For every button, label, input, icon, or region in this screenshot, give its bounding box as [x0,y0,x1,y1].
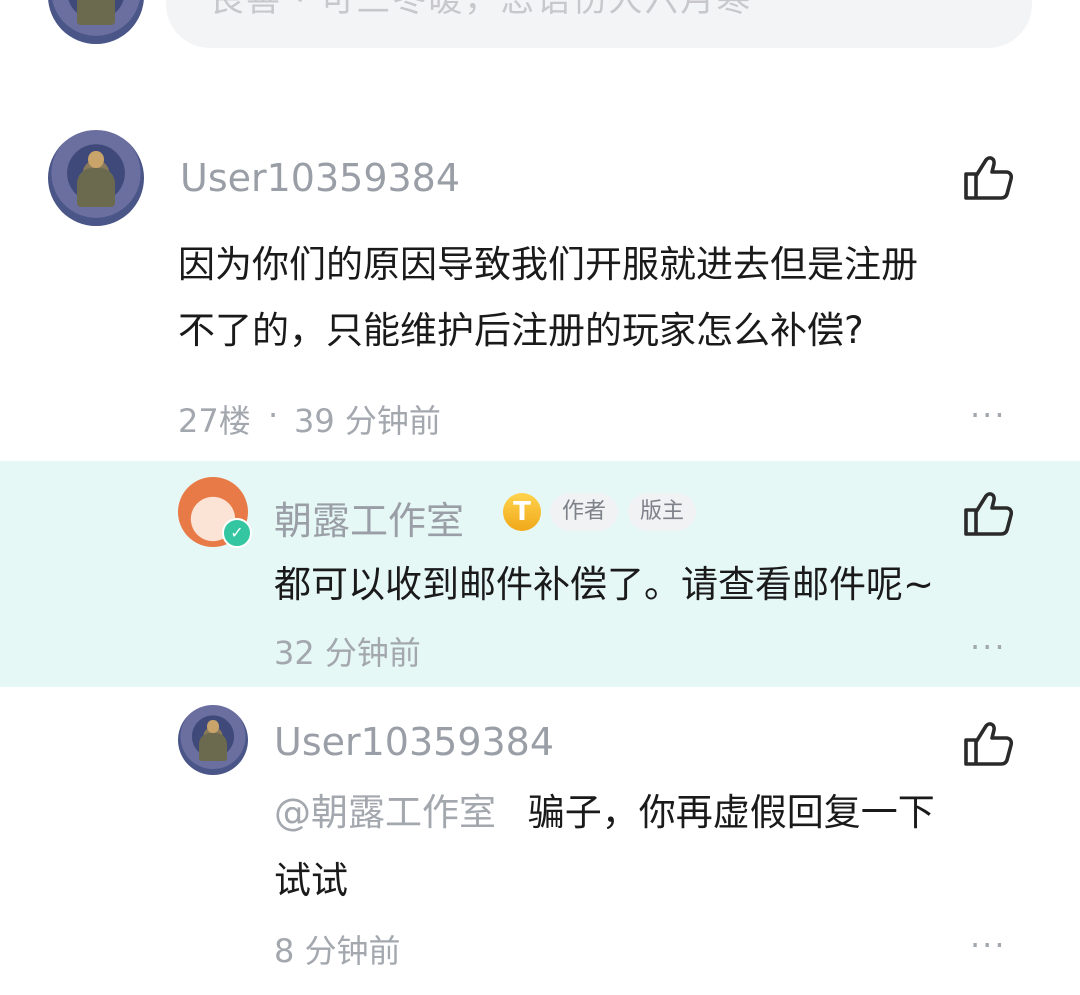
mention-link[interactable]: @朝露工作室 [274,791,496,834]
comment-username[interactable]: User10359384 [180,156,460,200]
reply-input-placeholder: 良善 · 可三冬暖，恶语伤人六月寒 [210,0,753,20]
author-tag: 作者 [550,493,619,531]
comment-text-line1: 因为你们的原因导致我们开服就进去但是注册 [178,243,918,286]
reply-text-line1: 骗子，你再虚假回复一下 [527,791,935,834]
more-options-icon[interactable]: ··· [970,396,1007,434]
reply-time: 32 分钟前 [274,634,421,672]
comment-meta-separator: · [268,396,279,434]
coin-badge-icon: T [503,493,541,531]
comment-text-line2: 不了的，只能维护后注册的玩家怎么补偿? [178,309,864,352]
reply-username[interactable]: 朝露工作室 [274,490,464,545]
reply-text-line2: 试试 [274,859,348,902]
comment-floor: 27楼 [178,402,251,440]
verified-icon: ✓ [222,518,252,548]
like-icon[interactable] [962,720,1014,768]
reply-text: 都可以收到邮件补偿了。请查看邮件呢~ [274,563,935,606]
reply-username[interactable]: User10359384 [274,720,554,764]
moderator-tag: 版主 [628,493,697,531]
comment-time: 39 分钟前 [294,402,441,440]
current-user-avatar[interactable] [48,0,144,44]
like-icon[interactable] [962,490,1014,538]
more-options-icon[interactable]: ··· [970,926,1007,964]
like-icon[interactable] [962,154,1014,202]
avatar[interactable] [178,705,248,775]
more-options-icon[interactable]: ··· [970,628,1007,666]
reply-time: 8 分钟前 [274,932,401,970]
avatar[interactable] [48,130,144,226]
